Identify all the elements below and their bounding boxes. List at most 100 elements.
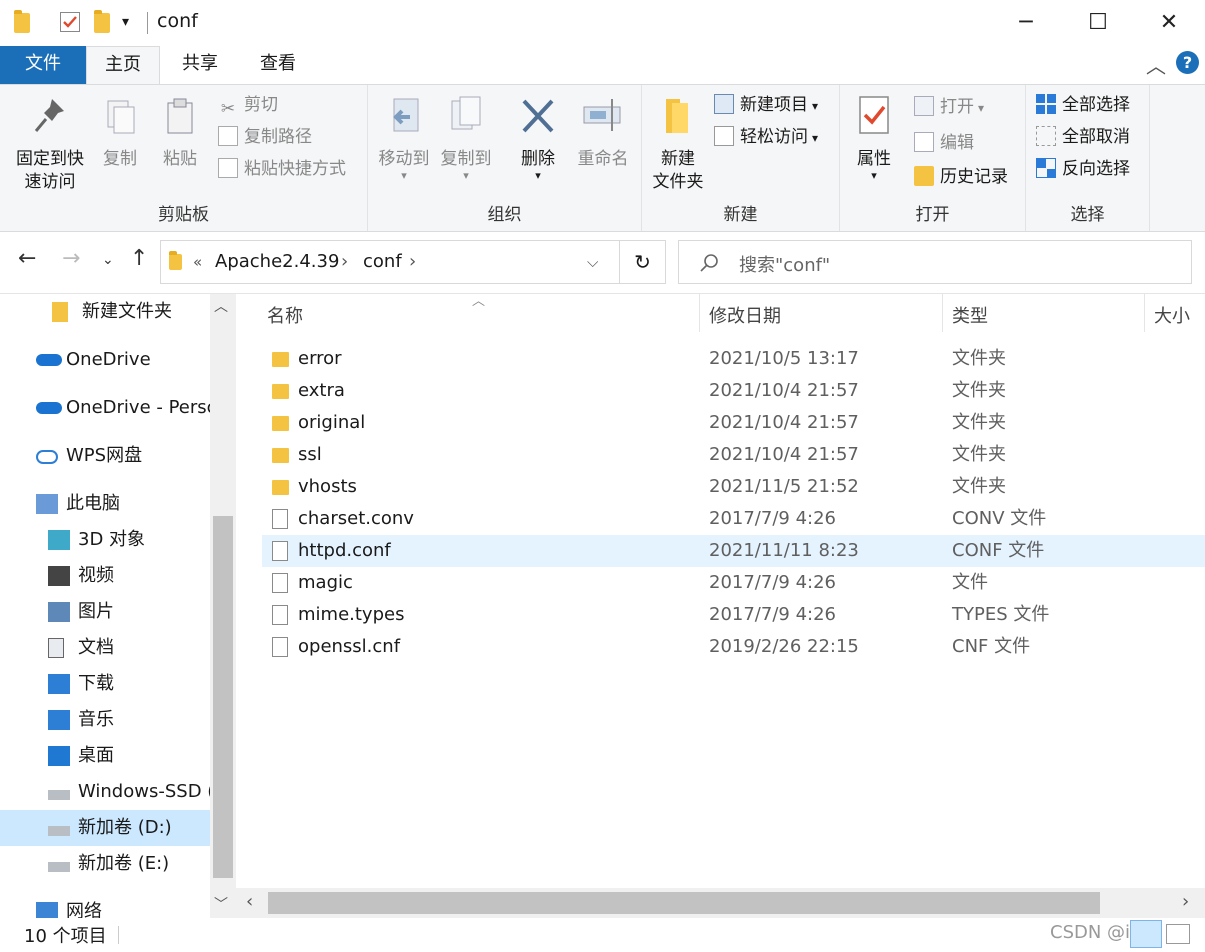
nav-item[interactable]: 桌面 — [0, 738, 210, 774]
help-icon[interactable]: ? — [1176, 51, 1199, 74]
file-row[interactable]: original 2021/10/4 21:57 文件夹 — [262, 407, 1205, 439]
file-row[interactable]: extra 2021/10/4 21:57 文件夹 — [262, 375, 1205, 407]
status-separator — [118, 926, 119, 944]
open-button[interactable]: 打开 ▾ — [914, 93, 984, 121]
nav-item-label: OneDrive — [66, 349, 151, 370]
properties-qat-icon[interactable] — [60, 12, 80, 32]
details-view-icon[interactable] — [1130, 920, 1162, 948]
up-arrow-icon[interactable]: ↑ — [130, 246, 148, 271]
nav-scroll-down-icon[interactable]: ﹀ — [214, 894, 228, 914]
nav-item[interactable]: 新加卷 (E:) — [0, 846, 210, 882]
file-row[interactable]: mime.types 2017/7/9 4:26 TYPES 文件 — [262, 599, 1205, 631]
address-dropdown-icon[interactable]: ⌵ — [587, 253, 598, 271]
copy-button[interactable]: 复制 — [92, 93, 148, 171]
copy-path-label: 复制路径 — [244, 127, 312, 147]
column-header-name[interactable]: 名称 — [267, 302, 303, 328]
forward-arrow-icon[interactable]: → — [62, 246, 80, 271]
nav-item[interactable]: Windows-SSD ( — [0, 774, 210, 810]
paste-label: 粘贴 — [163, 149, 197, 169]
properties-button[interactable]: 属性 ▾ — [846, 93, 902, 181]
tab-file[interactable]: 文件 — [0, 46, 86, 84]
large-icons-view-icon[interactable] — [1166, 924, 1190, 944]
move-to-button[interactable]: 移动到 ▾ — [372, 93, 436, 181]
horizontal-scrollbar[interactable]: ‹ › — [236, 888, 1205, 918]
column-header-date[interactable]: 修改日期 — [709, 302, 781, 328]
nav-item[interactable]: OneDrive - Persc — [0, 390, 210, 426]
nav-item[interactable]: 文档 — [0, 630, 210, 666]
tab-home[interactable]: 主页 — [86, 46, 160, 84]
qat-dropdown-icon[interactable]: ▾ — [122, 14, 129, 30]
file-type: 文件夹 — [952, 476, 1006, 497]
column-header-type[interactable]: 类型 — [952, 302, 988, 328]
easy-access-button[interactable]: 轻松访问 ▾ — [714, 123, 818, 151]
maximize-button[interactable]: ☐ — [1062, 0, 1134, 44]
breadcrumb-item[interactable]: Apache2.4.39 — [215, 251, 339, 272]
file-row[interactable]: httpd.conf 2021/11/11 8:23 CONF 文件 — [262, 535, 1205, 567]
paste-shortcut-button[interactable]: 粘贴快捷方式 — [218, 155, 346, 183]
nav-item[interactable]: WPS网盘 — [0, 438, 210, 474]
nav-item[interactable]: 网络 — [0, 894, 210, 918]
nav-item-label: 3D 对象 — [78, 529, 146, 550]
scroll-left-icon[interactable]: ‹ — [246, 891, 253, 912]
new-item-button[interactable]: 新建项目 ▾ — [714, 91, 818, 119]
column-separator[interactable] — [1144, 294, 1145, 332]
nav-scroll-up-icon[interactable]: ︿ — [214, 296, 228, 316]
select-none-button[interactable]: 全部取消 — [1036, 123, 1130, 151]
new-folder-button[interactable]: 新建 文件夹 — [646, 93, 710, 194]
nav-item[interactable]: OneDrive — [0, 342, 210, 378]
nav-item[interactable]: 新建文件夹 — [0, 294, 210, 330]
rename-button[interactable]: 重命名 — [570, 93, 636, 171]
horizontal-scroll-thumb[interactable] — [268, 892, 1100, 914]
select-all-button[interactable]: 全部选择 — [1036, 91, 1130, 119]
close-button[interactable]: ✕ — [1133, 0, 1205, 44]
file-type: 文件夹 — [952, 348, 1006, 369]
nav-item[interactable]: 图片 — [0, 594, 210, 630]
column-separator[interactable] — [942, 294, 943, 332]
column-header-size[interactable]: 大小 — [1154, 302, 1190, 328]
new-folder-qat-icon[interactable] — [94, 10, 110, 33]
history-button[interactable]: 历史记录 — [914, 163, 1008, 191]
recent-locations-icon[interactable]: ⌄ — [102, 252, 114, 268]
copy-path-button[interactable]: 复制路径 — [218, 123, 312, 151]
edit-button[interactable]: 编辑 — [914, 129, 974, 157]
breadcrumb-chevron-icon[interactable]: › — [409, 251, 416, 272]
breadcrumb-chevron-icon[interactable]: › — [341, 251, 348, 272]
copy-to-button[interactable]: 复制到 ▾ — [434, 93, 498, 181]
column-separator[interactable] — [699, 294, 700, 332]
file-row[interactable]: charset.conv 2017/7/9 4:26 CONV 文件 — [262, 503, 1205, 535]
nav-item[interactable]: 新加卷 (D:) — [0, 810, 210, 846]
refresh-button[interactable]: ↻ — [620, 240, 666, 284]
back-arrow-icon[interactable]: ← — [18, 246, 36, 271]
minimize-button[interactable]: ─ — [990, 0, 1062, 44]
delete-button[interactable]: 删除 ▾ — [512, 93, 564, 181]
file-row[interactable]: ssl 2021/10/4 21:57 文件夹 — [262, 439, 1205, 471]
invert-selection-button[interactable]: 反向选择 — [1036, 155, 1130, 183]
file-name: original — [298, 412, 366, 433]
tab-share[interactable]: 共享 — [162, 46, 238, 84]
nav-scroll-thumb[interactable] — [213, 516, 233, 878]
search-box[interactable]: 搜索"conf" — [678, 240, 1192, 284]
address-bar[interactable]: « Apache2.4.39 › conf › ⌵ — [160, 240, 620, 284]
cut-button[interactable]: ✂ 剪切 — [218, 91, 278, 119]
file-row[interactable]: vhosts 2021/11/5 21:52 文件夹 — [262, 471, 1205, 503]
nav-item[interactable]: 音乐 — [0, 702, 210, 738]
paste-button[interactable]: 粘贴 — [152, 93, 208, 171]
collapse-ribbon-icon[interactable]: ︿ — [1146, 50, 1166, 79]
navigation-pane: 新建文件夹 OneDrive OneDrive - Persc WPS网盘此电脑 3D … — [0, 294, 236, 918]
file-row[interactable]: error 2021/10/5 13:17 文件夹 — [262, 343, 1205, 375]
nav-item[interactable]: 3D 对象 — [0, 522, 210, 558]
file-row[interactable]: magic 2017/7/9 4:26 文件 — [262, 567, 1205, 599]
properties-dropdown-icon: ▾ — [871, 169, 877, 182]
file-row[interactable]: openssl.cnf 2019/2/26 22:15 CNF 文件 — [262, 631, 1205, 663]
breadcrumb-item[interactable]: conf — [363, 251, 402, 272]
file-icon — [272, 637, 288, 657]
pin-to-quick-access-button[interactable]: 固定到快 速访问 — [8, 93, 92, 194]
nav-item[interactable]: 此电脑 — [0, 486, 210, 522]
organize-group-label: 组织 — [487, 205, 522, 225]
nav-item[interactable]: 视频 — [0, 558, 210, 594]
nav-item[interactable]: 下载 — [0, 666, 210, 702]
tab-view[interactable]: 查看 — [240, 46, 316, 84]
breadcrumb-overflow[interactable]: « — [193, 253, 202, 271]
file-icon — [272, 541, 288, 561]
scroll-right-icon[interactable]: › — [1182, 891, 1189, 912]
